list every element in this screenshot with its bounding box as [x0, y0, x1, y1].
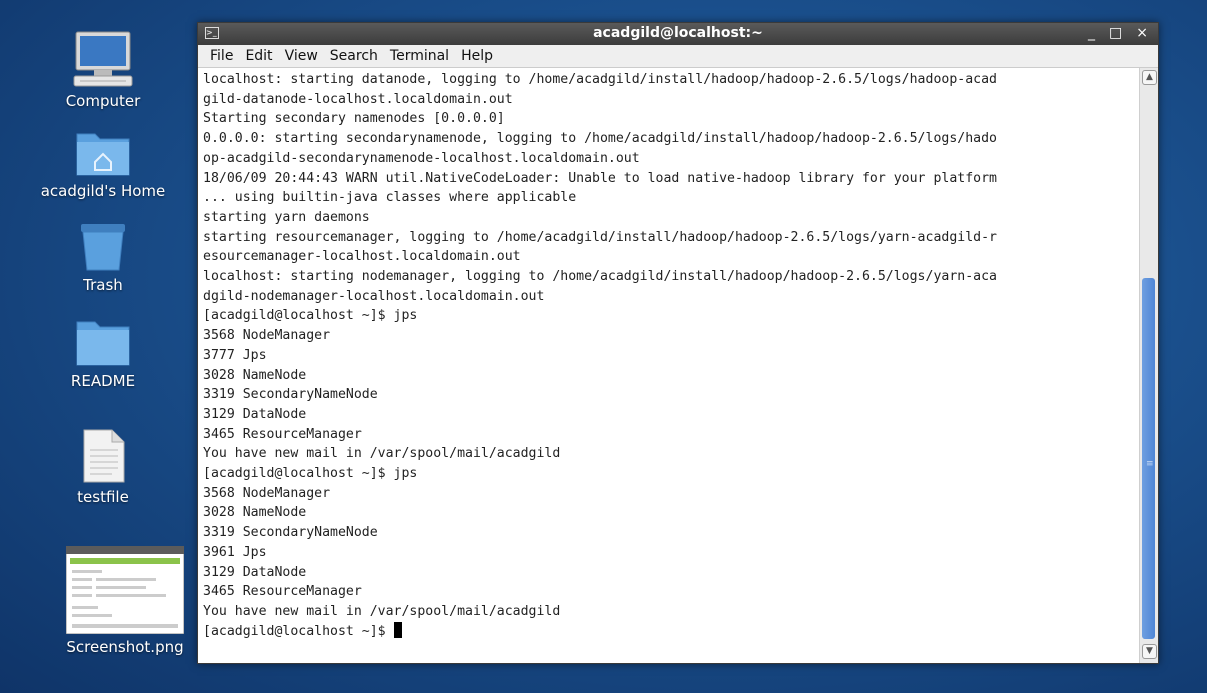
image-thumbnail-icon [66, 546, 184, 634]
desktop-icon-readme[interactable]: README [18, 316, 188, 390]
terminal-line: starting resourcemanager, logging to /ho… [203, 229, 997, 245]
desktop-icon-screenshot[interactable]: Screenshot.png [40, 546, 210, 656]
scroll-down-button[interactable]: ▼ [1142, 644, 1157, 659]
terminal-line: 3961 Jps [203, 544, 267, 560]
terminal-line: 3028 NameNode [203, 505, 307, 521]
terminal-line: 3319 SecondaryNameNode [203, 387, 378, 403]
desktop-icon-label: Trash [83, 276, 123, 294]
terminal-line: 3465 ResourceManager [203, 584, 362, 600]
terminal-line: localhost: starting datanode, logging to… [203, 72, 997, 87]
home-folder-icon [76, 133, 130, 176]
terminal-line: 18/06/09 20:44:43 WARN util.NativeCodeLo… [203, 170, 997, 186]
terminal-line: esourcemanager-localhost.localdomain.out [203, 249, 521, 265]
grip-icon: ≡ [1146, 458, 1154, 469]
scroll-up-button[interactable]: ▲ [1142, 70, 1157, 85]
terminal-line: You have new mail in /var/spool/mail/aca… [203, 603, 561, 619]
close-button[interactable]: × [1136, 25, 1148, 41]
scrollbar-thumb[interactable]: ≡ [1142, 278, 1155, 639]
terminal-line: dgild-nodemanager-localhost.localdomain.… [203, 288, 545, 304]
menu-search[interactable]: Search [330, 48, 378, 64]
terminal-cursor [393, 621, 402, 638]
document-icon [83, 429, 125, 483]
menu-terminal[interactable]: Terminal [390, 48, 449, 64]
terminal-line: [acadgild@localhost ~]$ jps [203, 308, 418, 324]
menu-view[interactable]: View [285, 48, 318, 64]
desktop-icon-label: acadgild's Home [40, 182, 166, 200]
terminal-line: 3129 DataNode [203, 406, 307, 422]
terminal-line: 3465 ResourceManager [203, 426, 362, 442]
terminal-output[interactable]: localhost: starting datanode, logging to… [198, 68, 1140, 663]
computer-icon [73, 31, 133, 87]
window-controls: _ □ × [1088, 25, 1148, 41]
terminal-line: 3129 DataNode [203, 564, 307, 580]
maximize-button[interactable]: □ [1109, 25, 1122, 41]
terminal-line: Starting secondary namenodes [0.0.0.0] [203, 111, 505, 127]
desktop-icon-label: README [70, 372, 136, 390]
desktop-icon-label: testfile [77, 488, 129, 506]
window-titlebar[interactable]: >_ acadgild@localhost:~ _ □ × [198, 23, 1158, 45]
terminal-line: You have new mail in /var/spool/mail/aca… [203, 446, 561, 462]
desktop-icon-computer[interactable]: Computer [18, 30, 188, 110]
vertical-scrollbar[interactable]: ▲ ≡ ▼ [1139, 68, 1158, 663]
terminal-window[interactable]: >_ acadgild@localhost:~ _ □ × File Edit … [197, 22, 1159, 664]
terminal-prompt: [acadgild@localhost ~]$ [203, 623, 394, 639]
desktop-icon-label: Computer [65, 92, 141, 110]
terminal-line: op-acadgild-secondarynamenode-localhost.… [203, 150, 640, 166]
terminal-line: starting yarn daemons [203, 209, 370, 225]
desktop-icon-trash[interactable]: Trash [18, 220, 188, 294]
menu-edit[interactable]: Edit [245, 48, 272, 64]
terminal-line: 3319 SecondaryNameNode [203, 525, 378, 541]
menu-help[interactable]: Help [461, 48, 493, 64]
terminal-line: 3568 NodeManager [203, 328, 331, 344]
window-title: acadgild@localhost:~ [593, 25, 763, 41]
terminal-line: 0.0.0.0: starting secondarynamenode, log… [203, 131, 997, 147]
terminal-prompt-line[interactable]: [acadgild@localhost ~]$ [203, 621, 1140, 642]
folder-icon [76, 321, 130, 366]
menu-file[interactable]: File [210, 48, 233, 64]
terminal-line: 3777 Jps [203, 347, 267, 363]
terminal-line: gild-datanode-localhost.localdomain.out [203, 91, 513, 107]
trash-icon [81, 224, 125, 271]
terminal-line: localhost: starting nodemanager, logging… [203, 269, 997, 285]
minimize-button[interactable]: _ [1088, 25, 1095, 41]
desktop-icon-testfile[interactable]: testfile [18, 428, 188, 506]
desktop-icon-home[interactable]: acadgild's Home [18, 126, 188, 200]
terminal-line: 3028 NameNode [203, 367, 307, 383]
menu-bar: File Edit View Search Terminal Help [198, 45, 1158, 68]
terminal-line: [acadgild@localhost ~]$ jps [203, 466, 418, 482]
terminal-line: ... using builtin-java classes where app… [203, 190, 577, 206]
terminal-line: 3568 NodeManager [203, 485, 331, 501]
desktop-icon-label: Screenshot.png [66, 638, 184, 656]
